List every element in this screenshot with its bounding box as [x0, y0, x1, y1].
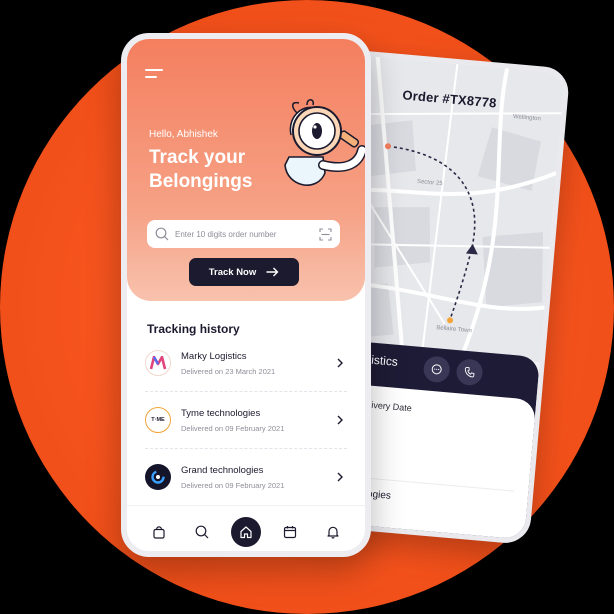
track-now-label: Track Now: [208, 266, 257, 278]
home-icon: [240, 525, 252, 538]
page-title: Track your Belongings: [149, 146, 289, 194]
order-search-field[interactable]: Enter 10 digits order number: [147, 220, 340, 248]
history-item[interactable]: Grand technologies Delivered on 09 Febru…: [145, 455, 347, 499]
bag-icon: [153, 525, 165, 539]
history-item-date: Delivered on 23 March 2021: [181, 366, 276, 376]
hamburger-menu-icon[interactable]: [145, 69, 163, 83]
history-item-name: Marky Logistics: [181, 350, 247, 362]
tab-notifications[interactable]: [318, 517, 348, 547]
search-placeholder: Enter 10 digits order number: [175, 229, 277, 239]
greeting: Hello, Abhishek: [149, 129, 218, 140]
history-item-name: Tyme technologies: [181, 407, 261, 419]
title-line: Belongings: [149, 171, 253, 192]
bell-icon: [327, 526, 339, 539]
magnifier-mascot-icon: [284, 99, 365, 186]
tab-search[interactable]: [187, 517, 217, 547]
chevron-right-icon: [333, 415, 347, 425]
search-icon: [195, 525, 209, 538]
history-item[interactable]: Marky Logistics Delivered on 23 March 20…: [145, 341, 347, 385]
call-button[interactable]: [455, 358, 484, 387]
tracking-history-title: Tracking history: [147, 322, 240, 336]
arrow-right-icon: [266, 267, 279, 277]
tracking-home-phone: Hello, Abhishek Track your Belongings En…: [121, 33, 371, 557]
history-item[interactable]: T·ME Tyme technologies Delivered on 09 F…: [145, 398, 347, 442]
title-line: Track your: [149, 147, 246, 168]
calendar-icon: [283, 525, 296, 538]
divider: [145, 448, 347, 449]
track-now-button[interactable]: Track Now: [189, 258, 299, 286]
canvas: Order #TX8778 Wellington Sector 25 Bella…: [0, 0, 614, 614]
history-item-date: Delivered on 09 February 2021: [181, 480, 285, 490]
chat-icon: [431, 364, 442, 375]
chat-button[interactable]: [422, 355, 451, 384]
history-item-date: Delivered on 09 February 2021: [181, 423, 285, 433]
chevron-right-icon: [333, 358, 347, 368]
search-icon: [155, 227, 169, 241]
tyme-logo-icon: T·ME: [145, 407, 171, 433]
tab-bag[interactable]: [144, 517, 174, 547]
scan-icon[interactable]: [319, 227, 332, 241]
grand-logo-icon: [145, 464, 171, 490]
history-item-name: Grand technologies: [181, 464, 264, 476]
tab-home[interactable]: [230, 516, 261, 547]
bottom-tab-bar: [127, 505, 365, 551]
divider: [145, 391, 347, 392]
tab-calendar[interactable]: [275, 517, 305, 547]
marky-logo-icon: [145, 350, 171, 376]
chevron-right-icon: [333, 472, 347, 482]
phone-icon: [464, 367, 475, 378]
